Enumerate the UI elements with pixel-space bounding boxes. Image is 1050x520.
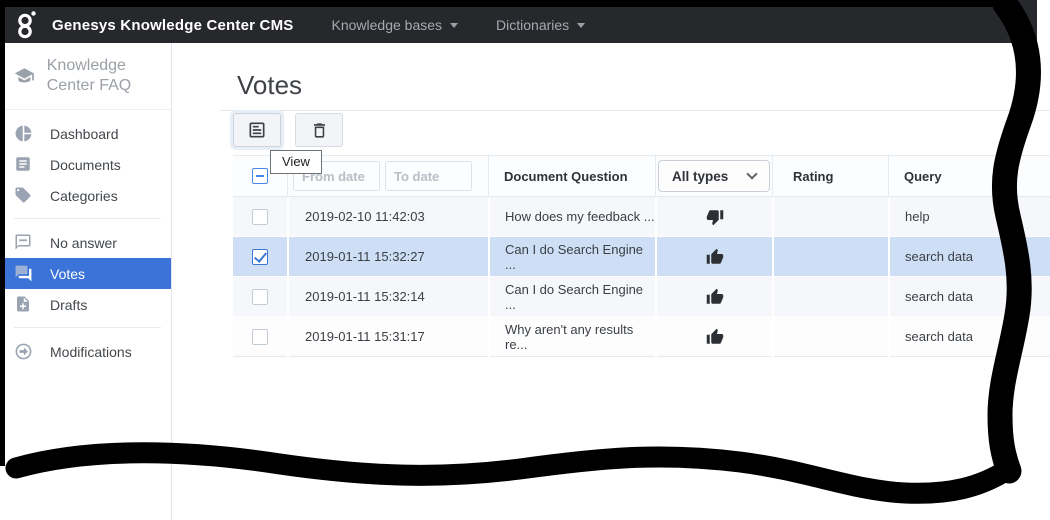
type-filter-value: All types — [672, 169, 728, 184]
sidebar-item-label: Drafts — [50, 297, 87, 313]
menu-label: Knowledge bases — [332, 17, 443, 33]
table-row[interactable]: 2019-01-11 15:32:27 Can I do Search Engi… — [233, 237, 1050, 277]
page-title: Votes — [237, 70, 302, 101]
sidebar-nav: Dashboard Documents Categories No answ — [0, 110, 171, 367]
cell-question: Can I do Search Engine ... — [488, 277, 655, 317]
chevron-down-icon — [577, 23, 585, 28]
sidebar-item-documents[interactable]: Documents — [0, 149, 171, 180]
row-checkbox[interactable] — [252, 209, 268, 225]
app-title: Genesys Knowledge Center CMS — [52, 17, 294, 34]
table-header-row: Document Question All types Rating Query — [233, 155, 1050, 197]
genesys-logo-icon — [14, 10, 40, 40]
knowledge-base-header[interactable]: Knowledge Center FAQ — [0, 43, 171, 110]
column-header-question: Document Question — [504, 169, 628, 184]
divider — [14, 218, 161, 219]
sidebar: Knowledge Center FAQ Dashboard Documents… — [0, 43, 172, 520]
app-window: Genesys Knowledge Center CMS Knowledge b… — [0, 0, 1050, 520]
cell-question: Why aren't any results re... — [488, 317, 655, 357]
view-tooltip: View — [270, 150, 322, 174]
cell-date: 2019-01-11 15:32:14 — [287, 277, 488, 317]
column-header-rating: Rating — [793, 169, 833, 184]
divider — [14, 327, 161, 328]
cell-query: search data — [888, 277, 1050, 317]
cell-date: 2019-01-11 15:31:17 — [287, 317, 488, 357]
cell-rating — [772, 197, 888, 237]
chevron-down-icon — [450, 23, 458, 28]
vote-thumb-icon — [655, 197, 772, 237]
table-row[interactable]: 2019-01-11 15:32:14 Can I do Search Engi… — [233, 277, 1050, 317]
cell-query: search data — [888, 237, 1050, 277]
row-checkbox[interactable] — [252, 249, 268, 265]
main-content: Votes View — [173, 43, 1050, 520]
top-navbar: Genesys Knowledge Center CMS Knowledge b… — [0, 0, 1037, 43]
votes-table: Document Question All types Rating Query — [233, 155, 1050, 357]
sidebar-item-label: No answer — [50, 235, 117, 251]
sidebar-item-label: Dashboard — [50, 126, 119, 142]
sidebar-item-label: Categories — [50, 188, 118, 204]
row-checkbox[interactable] — [252, 289, 268, 305]
document-icon — [14, 155, 34, 175]
cell-rating — [772, 237, 888, 277]
graduation-cap-icon — [14, 63, 35, 89]
draft-add-icon — [14, 295, 34, 315]
cell-query: help — [888, 197, 1050, 237]
type-filter-dropdown[interactable]: All types — [658, 160, 770, 192]
select-all-checkbox[interactable] — [252, 168, 268, 184]
sidebar-item-label: Votes — [50, 266, 85, 282]
menu-label: Dictionaries — [496, 17, 569, 33]
sidebar-item-votes[interactable]: Votes — [0, 258, 171, 289]
sidebar-item-dashboard[interactable]: Dashboard — [0, 118, 171, 149]
cell-query: search data — [888, 317, 1050, 357]
toolbar — [233, 113, 343, 147]
sidebar-item-label: Documents — [50, 157, 121, 173]
table-row[interactable]: 2019-02-10 11:42:03 How does my feedback… — [233, 197, 1050, 237]
chat-bubbles-icon — [14, 264, 34, 284]
cell-date: 2019-01-11 15:32:27 — [287, 237, 488, 277]
cell-question: Can I do Search Engine ... — [488, 237, 655, 277]
vote-thumb-icon — [655, 277, 772, 317]
arrow-circle-icon — [14, 342, 34, 362]
trash-icon — [310, 121, 329, 140]
table-row[interactable]: 2019-01-11 15:31:17 Why aren't any resul… — [233, 317, 1050, 357]
tag-icon — [14, 186, 34, 206]
vote-thumb-icon — [655, 237, 772, 277]
chevron-down-icon — [746, 168, 757, 179]
to-date-input[interactable] — [385, 161, 472, 191]
sidebar-item-categories[interactable]: Categories — [0, 180, 171, 211]
knowledge-base-title: Knowledge Center FAQ — [47, 56, 163, 96]
sidebar-item-drafts[interactable]: Drafts — [0, 289, 171, 320]
cell-date: 2019-02-10 11:42:03 — [287, 197, 488, 237]
cell-question: How does my feedback ... — [488, 197, 655, 237]
menu-dictionaries[interactable]: Dictionaries — [496, 17, 585, 33]
cell-rating — [772, 317, 888, 357]
sidebar-item-modifications[interactable]: Modifications — [0, 336, 171, 367]
delete-button[interactable] — [295, 113, 343, 147]
sidebar-item-no-answer[interactable]: No answer — [0, 227, 171, 258]
vote-thumb-icon — [655, 317, 772, 357]
no-answer-bubble-icon — [14, 233, 34, 253]
cell-rating — [772, 277, 888, 317]
column-header-query: Query — [904, 169, 942, 184]
view-button[interactable] — [233, 113, 281, 147]
divider — [220, 110, 1050, 111]
row-checkbox[interactable] — [252, 329, 268, 345]
sidebar-item-label: Modifications — [50, 344, 132, 360]
pie-chart-icon — [14, 124, 34, 144]
menu-knowledge-bases[interactable]: Knowledge bases — [332, 17, 459, 33]
view-document-icon — [247, 120, 267, 140]
